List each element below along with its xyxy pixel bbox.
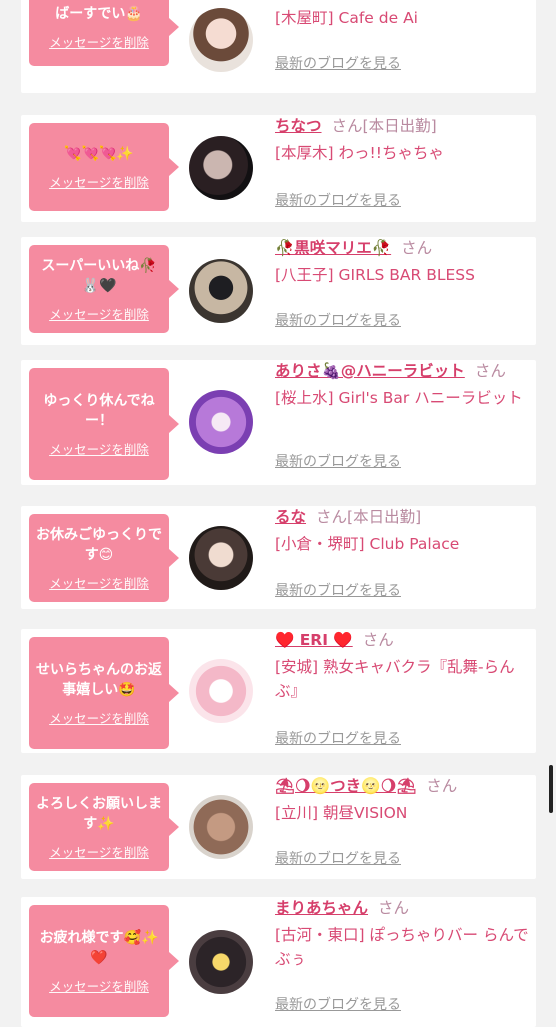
cast-name-link[interactable]: ありさ🍇@ハニーラビット [275,362,465,380]
latest-blog-link[interactable]: 最新のブログを見る [275,580,401,600]
message-card: お疲れ様です🥰✨❤️ メッセージを削除 まりあちゃん さん [古河・東口] ぽっち… [21,897,536,1027]
latest-blog-link[interactable]: 最新のブログを見る [275,310,401,330]
message-text: よろしくお願いします✨ [36,795,162,832]
message-bubble: ゆっくり休んでねー！ メッセージを削除 [29,368,179,480]
message-card: スーパーいいね🥀🐰🖤 メッセージを削除 🥀黒咲マリエ🥀 さん [八王子] GIRL… [21,237,536,345]
message-bubble: ばーすでい🎂 メッセージを削除 [29,0,179,66]
cast-name-line: ❄️しとね❄️ Cafe de Aiさん [275,0,531,2]
shop-name: [本厚木] わっ!!ちゃちゃ [275,144,444,162]
delete-message-button[interactable]: メッセージを削除 [49,172,149,191]
shop-name: [木屋町] Cafe de Ai [275,9,418,27]
honorific: さん [401,239,433,257]
avatar[interactable] [189,136,253,200]
cast-name-line: ⛱🌖🌝つき🌝🌖⛱ さん [275,775,531,797]
honorific: さん [474,362,506,380]
cast-info: ありさ🍇@ハニーラビット さん [桜上水] Girl's Bar ハニーラビット … [275,360,531,485]
message-bubble: 💘💘💘✨ メッセージを削除 [29,123,179,211]
cast-name-line: ♥️ ERI ♥️ さん [275,629,531,651]
shop-name: [八王子] GIRLS BAR BLESS [275,266,475,284]
shop-name: [古河・東口] ぽっちゃりバー らんでぶぅ [275,926,529,968]
message-card: せいらちゃんのお返事嬉しい🤩 メッセージを削除 ♥️ ERI ♥️ さん [安城]… [21,629,536,753]
delete-message-button[interactable]: メッセージを削除 [49,842,149,861]
cast-name-line: ありさ🍇@ハニーラビット さん [275,360,531,382]
honorific: さん [426,777,458,795]
delete-message-button[interactable]: メッセージを削除 [49,573,149,592]
delete-message-button[interactable]: メッセージを削除 [49,304,149,323]
cast-info: るな さん[本日出勤] [小倉・堺町] Club Palace 最新のブログを見る [275,506,531,609]
delete-message-button[interactable]: メッセージを削除 [49,976,149,995]
scrollbar[interactable] [549,765,553,813]
message-text: スーパーいいね🥀🐰🖤 [41,257,157,294]
avatar[interactable] [189,795,253,859]
honorific: さん [378,899,410,917]
cast-info: ♥️ ERI ♥️ さん [安城] 熟女キャバクラ『乱舞-らんぶ』 最新のブログを… [275,629,531,753]
message-text: お疲れ様です🥰✨❤️ [39,929,159,966]
cast-name-link[interactable]: ⛱🌖🌝つき🌝🌖⛱ [275,777,416,795]
avatar[interactable] [189,390,253,454]
avatar[interactable] [189,930,253,994]
message-bubble: よろしくお願いします✨ メッセージを削除 [29,783,179,871]
message-card: お休みごゆっくりです😊 メッセージを削除 るな さん[本日出勤] [小倉・堺町] … [21,506,536,609]
latest-blog-link[interactable]: 最新のブログを見る [275,451,401,471]
cast-name-link[interactable]: ちなつ [275,117,322,135]
message-text: ばーすでい🎂 [55,5,143,22]
cast-name-link[interactable]: まりあちゃん [275,899,368,917]
honorific: さん [316,508,348,526]
cast-name-line: ちなつ さん[本日出勤] [275,115,531,137]
message-text: ゆっくり休んでねー！ [43,392,155,429]
message-card: ゆっくり休んでねー！ メッセージを削除 ありさ🍇@ハニーラビット さん [桜上水]… [21,360,536,485]
status-badge: [本日出勤] [362,117,437,135]
message-text: お休みごゆっくりです😊 [36,526,162,563]
avatar[interactable] [189,659,253,723]
cast-name-line: まりあちゃん さん [275,897,531,919]
latest-blog-link[interactable]: 最新のブログを見る [275,728,401,748]
message-bubble: スーパーいいね🥀🐰🖤 メッセージを削除 [29,245,179,333]
honorific: さん [362,631,394,649]
cast-info: ⛱🌖🌝つき🌝🌖⛱ さん [立川] 朝昼VISION 最新のブログを見る [275,775,531,879]
cast-info: 🥀黒咲マリエ🥀 さん [八王子] GIRLS BAR BLESS 最新のブログを見… [275,237,531,345]
cast-name-link[interactable]: るな [275,508,306,526]
shop-name: [小倉・堺町] Club Palace [275,535,460,553]
latest-blog-link[interactable]: 最新のブログを見る [275,848,401,868]
cast-info: まりあちゃん さん [古河・東口] ぽっちゃりバー らんでぶぅ 最新のブログを見る [275,897,531,1027]
shop-name: [桜上水] Girl's Bar ハニーラビット [275,389,523,407]
cast-info: ❄️しとね❄️ Cafe de Aiさん [木屋町] Cafe de Ai 最新… [275,0,531,93]
avatar[interactable] [189,526,253,590]
message-bubble: お疲れ様です🥰✨❤️ メッセージを削除 [29,905,179,1017]
message-card: ばーすでい🎂 メッセージを削除 ❄️しとね❄️ Cafe de Aiさん [木屋… [21,0,536,93]
latest-blog-link[interactable]: 最新のブログを見る [275,994,401,1014]
shop-name: [安城] 熟女キャバクラ『乱舞-らんぶ』 [275,658,515,700]
delete-message-button[interactable]: メッセージを削除 [49,32,149,51]
message-card: よろしくお願いします✨ メッセージを削除 ⛱🌖🌝つき🌝🌖⛱ さん [立川] 朝昼V… [21,775,536,879]
latest-blog-link[interactable]: 最新のブログを見る [275,190,401,210]
status-badge: [本日出勤] [347,508,422,526]
message-bubble: せいらちゃんのお返事嬉しい🤩 メッセージを削除 [29,637,179,749]
avatar[interactable] [189,259,253,323]
avatar[interactable] [189,8,253,72]
cast-name-link[interactable]: 🥀黒咲マリエ🥀 [275,239,391,257]
cast-name-link[interactable]: ♥️ ERI ♥️ [275,631,353,649]
delete-message-button[interactable]: メッセージを削除 [49,708,149,727]
message-text: 💘💘💘✨ [64,145,134,162]
shop-name: [立川] 朝昼VISION [275,804,408,822]
cast-name-line: るな さん[本日出勤] [275,506,531,528]
message-text: せいらちゃんのお返事嬉しい🤩 [36,661,162,698]
cast-info: ちなつ さん[本日出勤] [本厚木] わっ!!ちゃちゃ 最新のブログを見る [275,115,531,222]
message-bubble: お休みごゆっくりです😊 メッセージを削除 [29,514,179,602]
delete-message-button[interactable]: メッセージを削除 [49,439,149,458]
latest-blog-link[interactable]: 最新のブログを見る [275,53,401,73]
cast-name-line: 🥀黒咲マリエ🥀 さん [275,237,531,259]
message-card: 💘💘💘✨ メッセージを削除 ちなつ さん[本日出勤] [本厚木] わっ!!ちゃちゃ… [21,115,536,222]
honorific: さん [331,117,363,135]
